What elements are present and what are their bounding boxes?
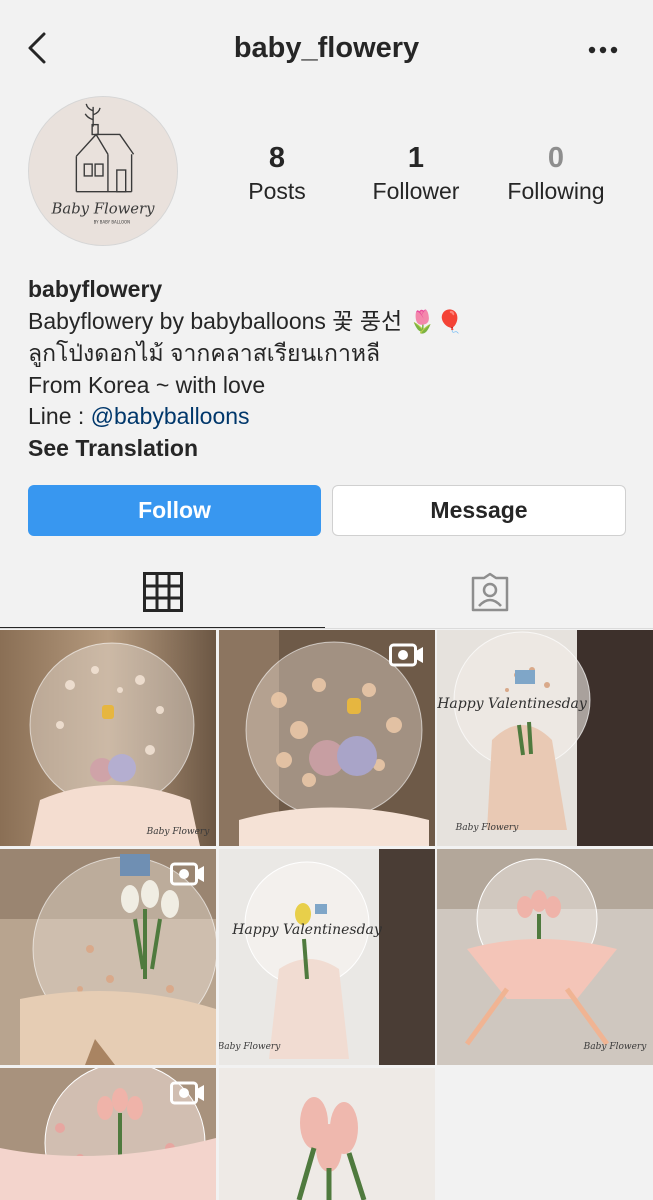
stat-following[interactable]: 0 Following [496, 140, 616, 206]
followers-label: Follower [372, 178, 460, 204]
followers-count: 1 [407, 142, 425, 174]
bio-line-1: Babyflowery by babyballoons 꽃 풍선 🌷🎈 [28, 306, 628, 339]
video-indicator-icon [170, 862, 204, 886]
see-translation-link[interactable]: See Translation [28, 433, 628, 465]
follow-button[interactable]: Follow [28, 485, 321, 536]
top-bar: baby_flowery [0, 0, 653, 100]
post-grid: Baby Flowery Happy Valentinesday Baby Fl… [0, 630, 653, 1200]
following-label: Following [507, 178, 605, 204]
bio-line-1-text: Babyflowery by babyballoons 꽃 풍선 [28, 307, 403, 334]
tab-tagged[interactable] [326, 556, 653, 628]
more-options-button[interactable] [583, 40, 623, 60]
post-thumbnail-1[interactable]: Baby Flowery [0, 630, 216, 846]
tulip-balloon-emoji-icon: 🌷🎈 [408, 309, 464, 335]
post-5-caption: Happy Valentinesday [231, 922, 383, 938]
post-thumbnail-8[interactable] [219, 1068, 435, 1200]
bio-line-4: Line : @babyballoons [28, 401, 628, 433]
video-indicator-icon [389, 643, 423, 667]
bio-line-2: ลูกโป่งดอกไม้ จากคลาสเรียนเกาหลี [28, 340, 381, 366]
post-3-watermark: Baby Flowery [455, 823, 520, 833]
post-thumbnail-7[interactable] [0, 1068, 216, 1200]
post-1-watermark: Baby Flowery [146, 827, 211, 837]
profile-username-title: baby_flowery [233, 32, 420, 64]
post-thumbnail-3[interactable]: Happy Valentinesday Baby Flowery [437, 630, 653, 846]
tabs-divider [0, 628, 653, 629]
post-3-caption: Happy Valentinesday [437, 696, 588, 712]
bio-line-3: From Korea ~ with love [28, 371, 266, 398]
line-id-link[interactable]: @babyballoons [91, 403, 250, 429]
bio-line-4-prefix: Line : [28, 403, 91, 429]
profile-bio: babyflowery Babyflowery by babyballoons … [28, 274, 628, 464]
tagged-person-icon [471, 572, 508, 612]
post-thumbnail-2[interactable] [219, 630, 435, 846]
video-indicator-icon [170, 1081, 204, 1105]
profile-tabs [0, 556, 653, 630]
message-button[interactable]: Message [332, 485, 626, 536]
posts-label: Posts [248, 178, 306, 204]
stat-posts[interactable]: 8 Posts [232, 140, 322, 206]
avatar-brand-subtext: BY BABY BALLOON [94, 219, 131, 224]
post-thumbnail-5[interactable]: Happy Valentinesday Baby Flowery [219, 849, 435, 1065]
tab-grid[interactable] [0, 556, 325, 628]
following-count: 0 [547, 142, 565, 174]
post-thumbnail-6[interactable]: Baby Flowery [437, 849, 653, 1065]
post-6-watermark: Baby Flowery [583, 1042, 648, 1052]
post-thumbnail-4[interactable] [0, 849, 216, 1065]
post-5-watermark: Baby Flowery [219, 1042, 281, 1052]
more-horizontal-icon [588, 46, 618, 54]
avatar[interactable]: Baby Flowery BY BABY BALLOON [28, 96, 178, 246]
avatar-brand-text: Baby Flowery [51, 200, 156, 217]
display-name: babyflowery [28, 276, 163, 302]
posts-count: 8 [268, 142, 286, 174]
grid-icon [142, 572, 183, 612]
stat-followers[interactable]: 1 Follower [361, 140, 471, 206]
